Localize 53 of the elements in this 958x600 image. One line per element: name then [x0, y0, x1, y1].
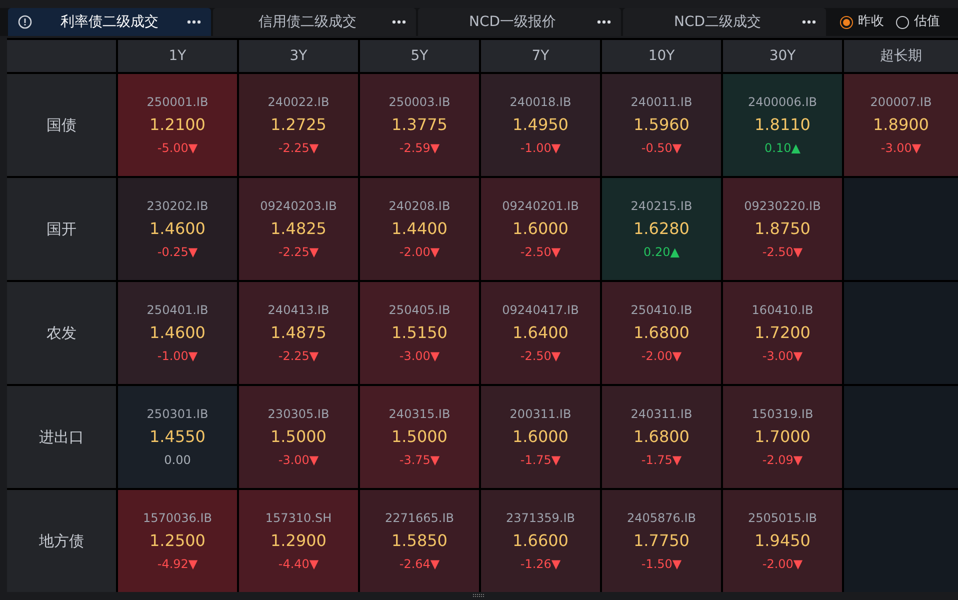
quote-cell[interactable]: 2405876.IB 1.7750 -1.50▼ [602, 490, 721, 592]
radio-option[interactable]: 估值 [896, 12, 940, 32]
quote-cell[interactable]: 200007.IB 1.8900 -3.00▼ [844, 74, 958, 176]
column-header: 超长期 [844, 40, 958, 72]
row-label: 国开 [7, 178, 116, 280]
column-header: 30Y [723, 40, 842, 72]
radio-option[interactable]: 昨收 [840, 12, 884, 32]
quote-cell[interactable]: 240311.IB 1.6800 -1.75▼ [602, 386, 721, 488]
quote-cell[interactable]: 240315.IB 1.5000 -3.75▼ [360, 386, 479, 488]
column-header: 3Y [239, 40, 358, 72]
quote-cell[interactable]: 2271665.IB 1.5850 -2.64▼ [360, 490, 479, 592]
quote-cell[interactable]: 2400006.IB 1.8110 0.10▲ [723, 74, 842, 176]
quote-cell[interactable]: 160410.IB 1.7200 -3.00▼ [723, 282, 842, 384]
quote-cell[interactable]: 250003.IB 1.3775 -2.59▼ [360, 74, 479, 176]
quote-cell[interactable]: 250001.IB 1.2100 -5.00▼ [118, 74, 237, 176]
column-header: 7Y [481, 40, 600, 72]
column-header: 1Y [118, 40, 237, 72]
more-icon[interactable] [597, 20, 611, 24]
tab[interactable]: NCD一级报价 [418, 8, 621, 36]
quote-cell[interactable]: 240215.IB 1.6280 0.20▲ [602, 178, 721, 280]
quote-cell[interactable]: 2505015.IB 1.9450 -2.00▼ [723, 490, 842, 592]
tab[interactable]: 信用债二级成交 [213, 8, 416, 36]
row-label: 地方债 [7, 490, 116, 592]
quote-cell[interactable]: 240011.IB 1.5960 -0.50▼ [602, 74, 721, 176]
quote-cell[interactable]: 240022.IB 1.2725 -2.25▼ [239, 74, 358, 176]
quote-cell[interactable]: 240208.IB 1.4400 -2.00▼ [360, 178, 479, 280]
column-header: 5Y [360, 40, 479, 72]
quote-cell[interactable]: 2371359.IB 1.6600 -1.26▼ [481, 490, 600, 592]
quote-cell[interactable]: 09240203.IB 1.4825 -2.25▼ [239, 178, 358, 280]
quote-cell[interactable]: 240413.IB 1.4875 -2.25▼ [239, 282, 358, 384]
tab[interactable]: NCD二级成交 [623, 8, 826, 36]
quote-cell[interactable]: 150319.IB 1.7000 -2.09▼ [723, 386, 842, 488]
tab[interactable]: 利率债二级成交 [8, 8, 211, 36]
quote-cell[interactable]: 09240201.IB 1.6000 -2.50▼ [481, 178, 600, 280]
column-header: 10Y [602, 40, 721, 72]
row-label: 国债 [7, 74, 116, 176]
quote-cell[interactable]: 230202.IB 1.4600 -0.25▼ [118, 178, 237, 280]
quote-cell[interactable]: 250410.IB 1.6800 -2.00▼ [602, 282, 721, 384]
quote-cell[interactable]: 230305.IB 1.5000 -3.00▼ [239, 386, 358, 488]
quote-cell[interactable]: 09240417.IB 1.6400 -2.50▼ [481, 282, 600, 384]
row-label: 农发 [7, 282, 116, 384]
quote-cell[interactable]: 1570036.IB 1.2500 -4.92▼ [118, 490, 237, 592]
quote-cell[interactable]: 200311.IB 1.6000 -1.75▼ [481, 386, 600, 488]
quote-cell[interactable]: 250301.IB 1.4550 0.00 [118, 386, 237, 488]
quote-cell[interactable]: 157310.SH 1.2900 -4.40▼ [239, 490, 358, 592]
quote-cell[interactable]: 250405.IB 1.5150 -3.00▼ [360, 282, 479, 384]
quote-cell[interactable]: 240018.IB 1.4950 -1.00▼ [481, 74, 600, 176]
more-icon[interactable] [187, 20, 201, 24]
more-icon[interactable] [802, 20, 816, 24]
more-icon[interactable] [392, 20, 406, 24]
quote-cell[interactable]: 09230220.IB 1.8750 -2.50▼ [723, 178, 842, 280]
row-label: 进出口 [7, 386, 116, 488]
quote-cell[interactable]: 250401.IB 1.4600 -1.00▼ [118, 282, 237, 384]
